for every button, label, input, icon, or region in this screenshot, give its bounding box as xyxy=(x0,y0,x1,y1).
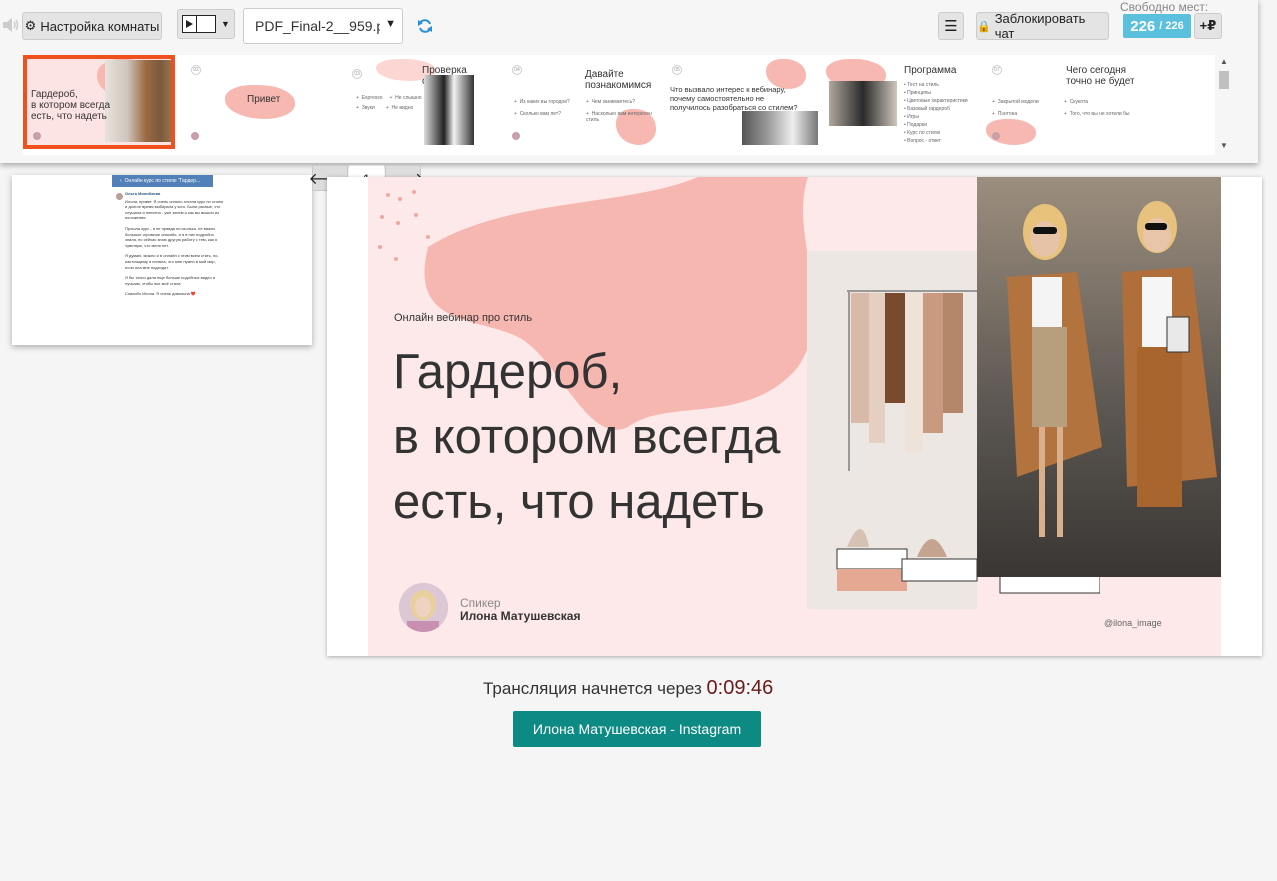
speaker-muted-icon[interactable] xyxy=(2,17,20,33)
slide-title: Гардероб, в котором всегда есть, что над… xyxy=(393,340,781,535)
pdf-file-select[interactable]: PDF_Final-2__959.pdf ▼ xyxy=(243,8,403,44)
chat-preview-header: ‹ Онлайн курс по стилю "Гардер... xyxy=(112,175,213,187)
broadcast-countdown: Трансляция начнется через 0:09:46 xyxy=(483,677,773,700)
thumbnail-title: Программа xyxy=(904,65,957,76)
chat-author-name: Ольга Минибаева xyxy=(125,191,161,196)
gear-icon: ⚙ xyxy=(24,18,37,33)
presentation-view-icon xyxy=(182,15,217,33)
slide-subtitle: Онлайн вебинар про стиль xyxy=(394,312,533,324)
countdown-label: Трансляция начнется через xyxy=(483,679,702,698)
instagram-link-button[interactable]: Илона Матушевская - Instagram xyxy=(513,711,761,747)
chat-paragraph: Я бы точно дала еще больше подобных виде… xyxy=(125,275,216,286)
countdown-timer: 0:09:46 xyxy=(706,677,774,699)
street-style-photo xyxy=(977,177,1221,577)
hamburger-icon: ☰ xyxy=(944,18,958,35)
chat-author-avatar xyxy=(116,193,123,200)
scrollbar-thumb[interactable] xyxy=(1219,71,1229,89)
slide-title-line-1: Гардероб, xyxy=(393,345,623,399)
thumbnail-title: Что вызвало интерес к вебинару, почему с… xyxy=(670,85,798,112)
slide-title-line-3: есть, что надеть xyxy=(393,475,765,529)
refresh-icon[interactable] xyxy=(417,18,433,34)
slide-thumbnail-5[interactable]: 05 Что вызвало интерес к вебинару, почем… xyxy=(666,59,818,145)
slide-thumbnail-2[interactable]: 02 Привет xyxy=(185,59,337,145)
slide-thumbnail-3[interactable]: 03 Проверка связи! + Espresso + Не слышн… xyxy=(346,59,498,145)
speaker-role: Спикер xyxy=(460,596,501,610)
lock-chat-button[interactable]: 🔒 Заблокировать чат xyxy=(976,11,1109,41)
seats-badge: 226 / 226 xyxy=(1123,14,1191,38)
menu-button[interactable]: ☰ xyxy=(938,12,964,40)
slide-title-line-2: в котором всегда xyxy=(393,410,781,464)
slide-thumbnail-strip: Гардероб, в котором всегда есть, что над… xyxy=(23,55,1215,155)
pdf-file-value: PDF_Final-2__959.pdf xyxy=(255,18,380,34)
chat-paragraph: Спасибо Илона. Я очень довольна ❤️ xyxy=(125,291,196,297)
seats-free-count: 226 xyxy=(1130,17,1156,35)
back-icon: ‹ xyxy=(120,178,122,184)
scroll-down-icon[interactable]: ▼ xyxy=(1220,141,1228,150)
slide-thumbnail-6[interactable]: Программа • Тест на стиль • Принципы • Цве… xyxy=(826,59,978,145)
scroll-up-icon[interactable]: ▲ xyxy=(1220,57,1228,66)
caret-down-icon: ▼ xyxy=(221,19,230,29)
slide-thumbnail-1[interactable]: Гардероб, в котором всегда есть, что над… xyxy=(23,55,175,149)
free-seats-label: Свободно мест: xyxy=(1120,0,1209,14)
select-caret-icon: ▼ xyxy=(385,18,396,30)
top-toolbar-panel: ⚙ Настройка комнаты ▼ PDF_Final-2__959.p… xyxy=(0,0,1258,163)
seats-total-count: / 226 xyxy=(1159,20,1184,32)
chat-preview-title: Онлайн курс по стилю "Гардер... xyxy=(124,178,201,184)
room-settings-label: Настройка комнаты xyxy=(40,18,160,34)
chat-paragraph: Илона, привет. Я очень сильно хотела кур… xyxy=(125,198,224,221)
thumbnail-title: Давайте познакомимся xyxy=(585,69,652,91)
add-payment-button[interactable]: +₽ xyxy=(1194,13,1222,39)
lock-icon: 🔒 xyxy=(977,20,991,33)
instagram-handle: @ilona_image xyxy=(1104,618,1162,628)
chat-preview-card[interactable]: ‹ Онлайн курс по стилю "Гардер... Ольга … xyxy=(12,175,312,345)
thumbnail-title: Чего сегодня точно не будет xyxy=(1066,65,1135,87)
slide-thumbnail-4[interactable]: 04 Давайте познакомимся + Из каких вы го… xyxy=(506,59,658,145)
speaker-name: Илона Матушевская xyxy=(460,609,581,623)
presentation-slide-frame: Онлайн вебинар про стиль Гардероб, в кот… xyxy=(327,177,1262,656)
speaker-avatar xyxy=(399,583,448,632)
slide-thumbnail-7[interactable]: 07 Чего сегодня точно не будет + Закрыто… xyxy=(986,59,1138,145)
thumbnail-title: Гардероб, в котором всегда есть, что над… xyxy=(31,89,111,122)
thumbnail-title: Привет xyxy=(247,94,281,105)
lock-chat-label: Заблокировать чат xyxy=(994,11,1086,41)
chat-preview-body: Ольга Минибаева Илона, привет. Я очень с… xyxy=(125,191,225,302)
chat-paragraph: Я думаю, можно и в онлайн с этим всем ст… xyxy=(125,253,219,270)
chat-paragraph: Прошла курс - и не правда ни сколько, не… xyxy=(125,225,217,248)
view-mode-dropdown[interactable]: ▼ xyxy=(177,9,235,39)
thumbnail-scrollbar[interactable]: ▲ ▼ xyxy=(1216,55,1233,155)
presentation-slide: Онлайн вебинар про стиль Гардероб, в кот… xyxy=(368,177,1221,656)
room-settings-button[interactable]: ⚙ Настройка комнаты xyxy=(22,12,162,40)
